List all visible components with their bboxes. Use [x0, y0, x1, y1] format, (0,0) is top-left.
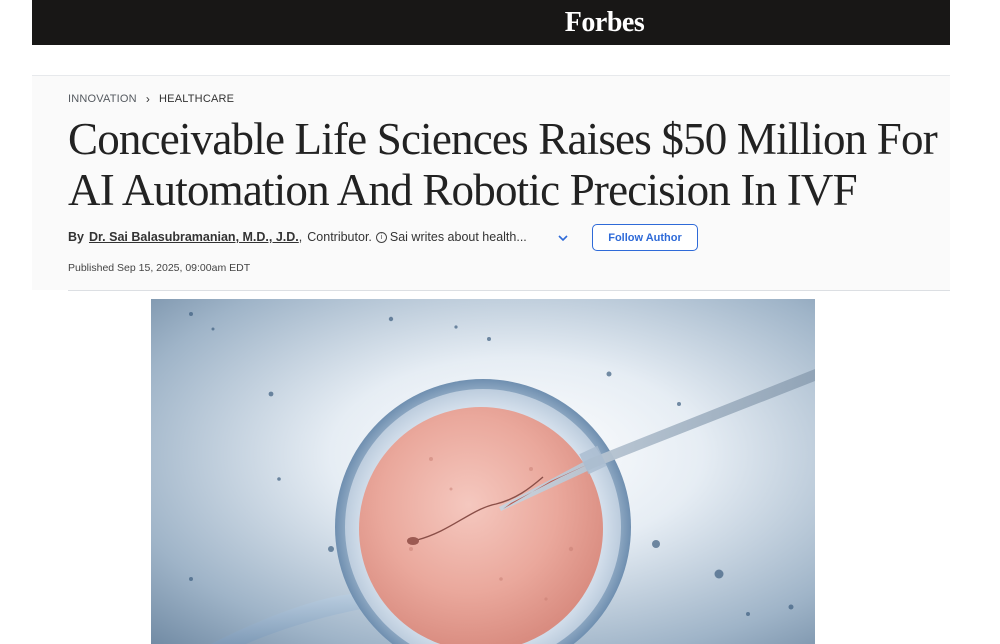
article-headline: Conceivable Life Sciences Raises $50 Mil… [68, 114, 938, 215]
header-divider [68, 290, 950, 291]
byline: By Dr. Sai Balasubramanian, M.D., J.D. ,… [68, 230, 527, 244]
info-icon: i [375, 231, 387, 243]
breadcrumb: INNOVATION › HEALTHCARE [68, 92, 234, 106]
author-role: Contributor. [307, 230, 372, 244]
page: Forbes INNOVATION › HEALTHCARE Conceivab… [0, 0, 1000, 644]
published-date: Published Sep 15, 2025, 09:00am EDT [68, 262, 251, 274]
chevron-right-icon: › [145, 92, 151, 106]
ivf-illustration [151, 299, 815, 644]
follow-author-button[interactable]: Follow Author [592, 224, 698, 251]
breadcrumb-subsection[interactable]: HEALTHCARE [159, 93, 234, 105]
author-suffix: , [298, 230, 303, 244]
chevron-down-icon[interactable] [557, 233, 569, 243]
breadcrumb-section[interactable]: INNOVATION [68, 93, 137, 105]
byline-prefix: By [68, 230, 84, 244]
author-link[interactable]: Dr. Sai Balasubramanian, M.D., J.D. [89, 230, 299, 244]
secondary-bar [32, 45, 950, 76]
hero-image [151, 299, 815, 644]
top-navigation-bar: Forbes [32, 0, 950, 45]
forbes-logo[interactable]: Forbes [565, 7, 645, 39]
author-bio-snippet: Sai writes about health... [389, 230, 527, 244]
